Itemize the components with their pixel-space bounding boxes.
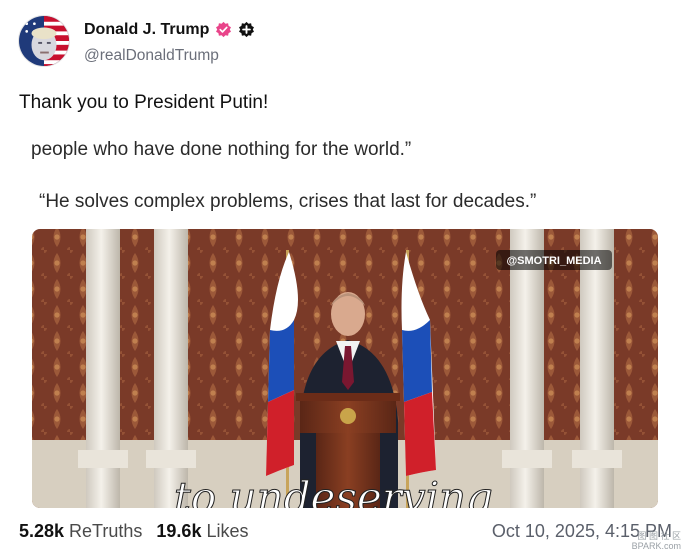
avatar-image: [19, 16, 69, 66]
likes-count: 19.6k: [156, 520, 202, 541]
post-stats: 5.28k ReTruths 19.6k Likes: [19, 518, 248, 544]
author-name[interactable]: Donald J. Trump: [84, 21, 209, 39]
video-frame: people who have done nothing for the wor…: [31, 139, 658, 508]
author-handle[interactable]: @realDonaldTrump: [84, 47, 255, 65]
post-media[interactable]: people who have done nothing for the wor…: [18, 120, 670, 508]
video-caption: to undeserving: [174, 473, 493, 508]
video-tag-label: @SMOTRI_MEDIA: [506, 255, 601, 267]
post-text: Thank you to President Putin!: [19, 92, 269, 113]
retruths-count: 5.28k: [19, 520, 65, 541]
post-header: Donald J. Trump @realDonaldTrump: [18, 15, 255, 67]
verified-badge-icon: [215, 21, 232, 38]
plus-badge-icon: [238, 21, 255, 38]
media-quote-line-2: “He solves complex problems, crises that…: [39, 191, 536, 212]
retruths-stat[interactable]: 5.28k ReTruths: [19, 521, 142, 542]
media-quote-line-1: people who have done nothing for the wor…: [31, 139, 411, 160]
likes-stat[interactable]: 19.6k Likes: [156, 521, 248, 542]
site-watermark: 图 图 社 区 BPARK.com: [632, 531, 681, 551]
watermark-line-1: 图 图 社 区: [637, 531, 681, 541]
avatar[interactable]: [18, 15, 70, 67]
video-tag: @SMOTRI_MEDIA: [496, 250, 612, 270]
watermark-line-2: BPARK.com: [631, 541, 681, 551]
likes-label: Likes: [206, 520, 249, 541]
retruths-label: ReTruths: [69, 520, 143, 541]
